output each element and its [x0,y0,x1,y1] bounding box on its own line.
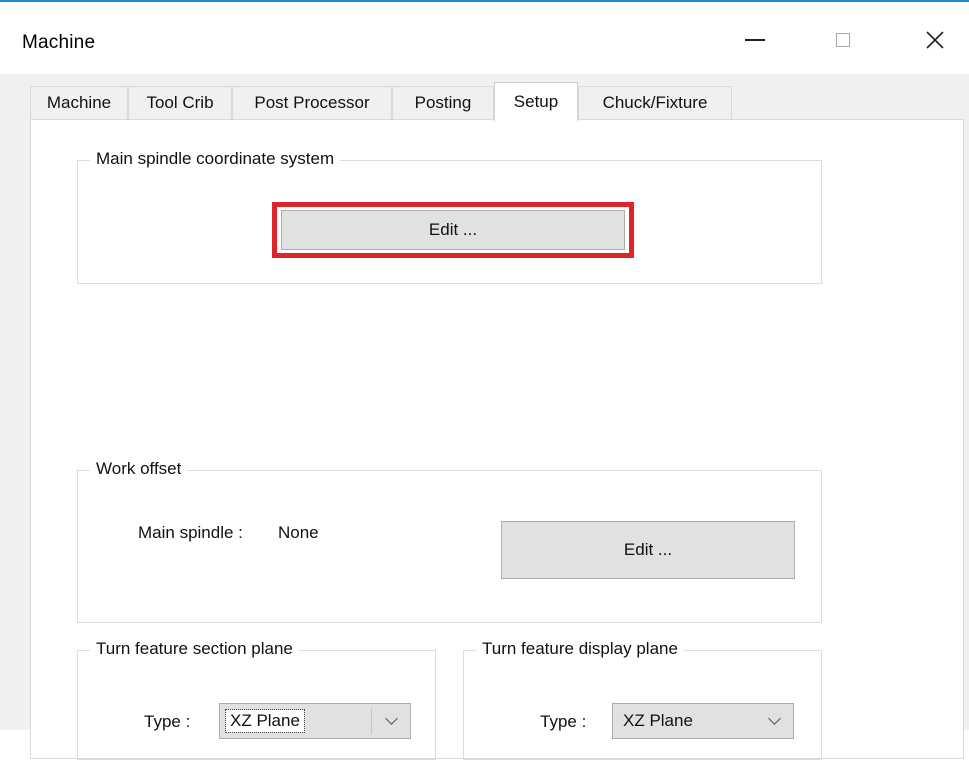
turn-section-plane-group: Turn feature section plane Type : XZ Pla… [77,639,436,760]
display-type-select[interactable]: XZ Plane [612,703,794,739]
tab-strip: Machine Tool Crib Post Processor Posting… [30,82,960,121]
section-type-select[interactable]: XZ Plane [219,703,411,739]
work-offset-edit-button[interactable]: Edit ... [501,521,795,579]
main-spindle-coordinate-group: Main spindle coordinate system Edit ... [77,149,822,284]
turn-display-plane-group: Turn feature display plane Type : XZ Pla… [463,639,822,760]
setup-tab-panel: Main spindle coordinate system Edit ... … [30,119,964,760]
work-offset-group: Work offset Main spindle : None Edit ... [77,459,822,623]
close-icon [926,31,944,49]
turn-section-plane-legend: Turn feature section plane [90,639,299,659]
title-bar: Machine [0,2,969,74]
tab-post-processor[interactable]: Post Processor [232,86,392,119]
tab-posting[interactable]: Posting [392,86,494,119]
work-offset-legend: Work offset [90,459,188,479]
minimize-button[interactable] [722,2,788,74]
dialog-client-area: Machine Tool Crib Post Processor Posting… [0,74,969,760]
main-spindle-value: None [278,523,319,542]
tab-tool-crib[interactable]: Tool Crib [128,86,232,119]
chevron-down-icon [768,712,781,725]
minimize-icon [745,39,765,41]
tab-chuck-fixture[interactable]: Chuck/Fixture [578,86,732,119]
section-type-value: XZ Plane [225,709,305,733]
maximize-button[interactable] [810,2,876,74]
close-button[interactable] [902,2,968,74]
display-type-value: XZ Plane [623,711,693,730]
machine-dialog: Machine Machine Tool Crib Post Processor… [0,0,969,760]
tab-setup[interactable]: Setup [494,82,578,121]
section-type-label: Type : [144,712,191,731]
turn-display-plane-legend: Turn feature display plane [476,639,684,659]
tab-machine[interactable]: Machine [30,86,128,119]
maximize-icon [836,33,850,47]
window-title: Machine [22,32,96,53]
main-spindle-coordinate-legend: Main spindle coordinate system [90,149,341,169]
main-spindle-edit-button[interactable]: Edit ... [281,210,625,250]
display-type-label: Type : [540,712,587,731]
chevron-down-icon [385,712,398,725]
main-spindle-label: Main spindle : [138,523,243,542]
